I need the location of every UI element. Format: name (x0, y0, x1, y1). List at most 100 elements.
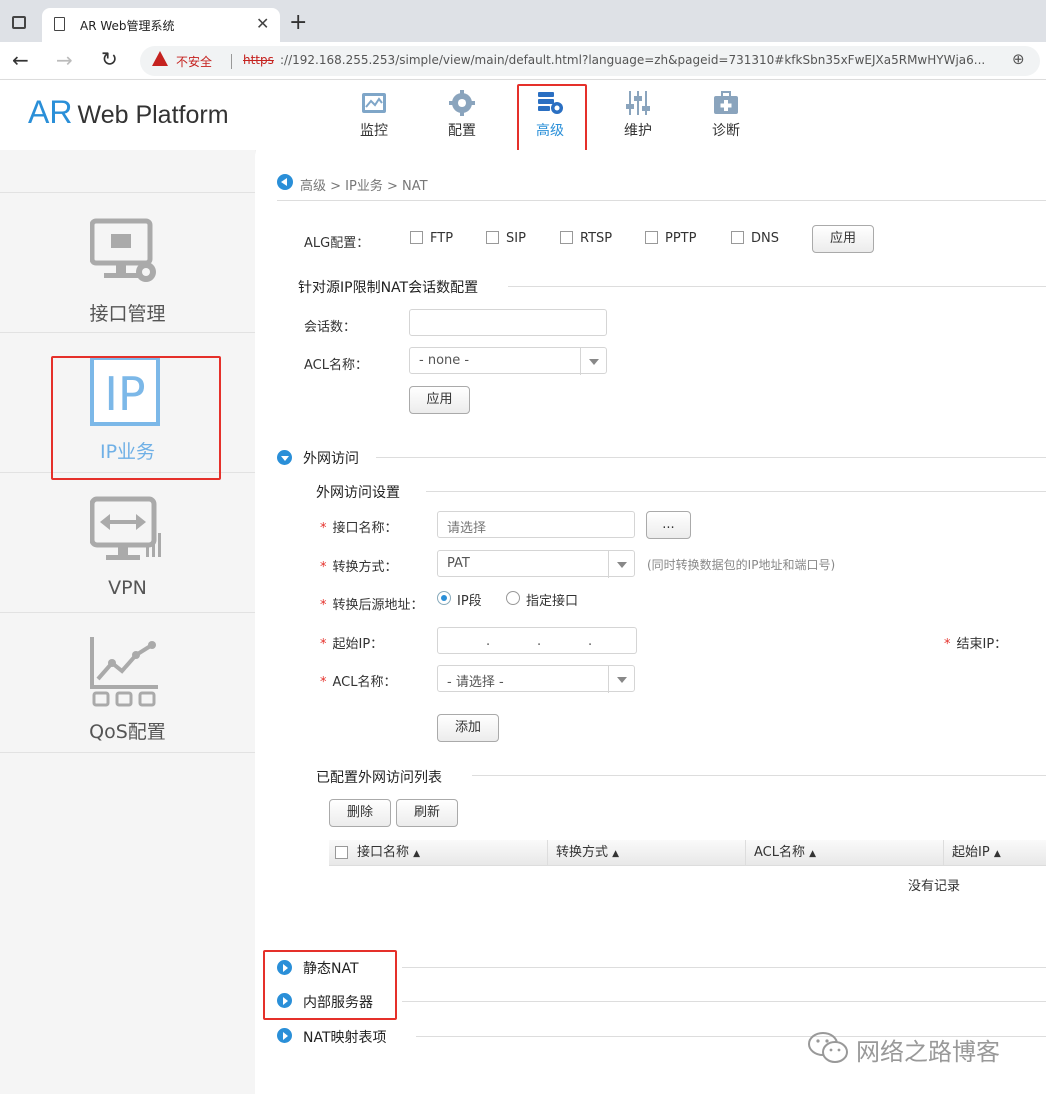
ip-dot: . (588, 634, 593, 649)
interface-icon (90, 218, 156, 282)
sidebar-bottom-divider (0, 752, 255, 753)
empty-message: 没有记录 (908, 879, 961, 894)
address-bar-row: ← → ↻ 不安全 https ://192.168.255.253/simpl… (0, 42, 1046, 80)
sidebar-item-label: VPN (108, 577, 147, 599)
alg-checkbox[interactable] (731, 231, 744, 244)
column-header-mode[interactable]: 转换方式 ▲ (547, 840, 745, 866)
app-header: AR Web Platform 监控 配置 高级 维护 诊断 (0, 80, 1046, 154)
mode-hint: (同时转换数据包的IP地址和端口号) (647, 558, 836, 572)
sessions-input[interactable] (409, 309, 607, 336)
tab-actions-icon[interactable] (12, 16, 26, 29)
alg-checkbox[interactable] (560, 231, 573, 244)
delete-button[interactable]: 删除 (329, 799, 391, 827)
column-label: 转换方式 (556, 845, 609, 860)
column-header-interface[interactable]: 接口名称 ▲ (349, 840, 549, 866)
vpn-icon (90, 496, 161, 560)
refresh-button[interactable]: 刷新 (396, 799, 458, 827)
select-value: PAT (447, 556, 470, 571)
url-text: ://192.168.255.253/simple/view/main/defa… (280, 53, 986, 67)
nav-label: 监控 (360, 123, 388, 139)
src-label: * 转换后源地址： (320, 598, 424, 613)
ip-dot: . (537, 634, 542, 649)
logo-ar: AR (28, 94, 73, 130)
new-tab-icon[interactable]: + (289, 10, 307, 35)
nav-label: 配置 (448, 123, 476, 139)
iface-input[interactable]: 请选择 (437, 511, 635, 538)
sidebar-item-qos[interactable]: QoS配置 (0, 612, 255, 752)
url-bar[interactable]: 不安全 https ://192.168.255.253/simple/view… (140, 46, 1040, 76)
alg-option-label: RTSP (580, 231, 613, 246)
highlight-box (263, 950, 397, 1020)
sliders-icon (626, 91, 650, 115)
sidebar-item-label: 接口管理 (89, 303, 166, 325)
divider (402, 1001, 1046, 1002)
iface-browse-button[interactable]: ... (646, 511, 691, 539)
session-apply-button[interactable]: 应用 (409, 386, 470, 414)
watermark-text: 网络之路博客 (856, 1038, 1000, 1066)
alg-label: ALG配置： (304, 236, 370, 251)
start-ip-label: * 起始IP： (320, 637, 384, 652)
zoom-icon[interactable]: ⊕ (1012, 50, 1025, 68)
divider (277, 200, 1046, 201)
divider (402, 967, 1046, 968)
select-all-checkbox[interactable] (335, 846, 348, 859)
radio-label: IP段 (457, 594, 482, 609)
session-acl-select[interactable]: - none - (409, 347, 607, 375)
url-scheme: https (243, 53, 274, 67)
column-label: ACL名称 (754, 845, 805, 860)
column-header-acl[interactable]: ACL名称 ▲ (745, 840, 943, 866)
chevron-down-icon (580, 348, 606, 375)
mode-label: * 转换方式： (320, 560, 398, 575)
forward-icon[interactable]: → (56, 48, 73, 72)
sidebar: 接口管理 IP IP业务 VPN QoS配置 (0, 150, 255, 1094)
nav-config[interactable]: 配置 (432, 88, 492, 144)
insecure-label: 不安全 (176, 55, 213, 69)
session-limit-title: 针对源IP限制NAT会话数配置 (298, 280, 479, 296)
radio-unchecked[interactable] (506, 591, 520, 605)
qos-chart-icon (90, 637, 158, 707)
nav-monitor[interactable]: 监控 (344, 88, 404, 144)
browser-tab[interactable]: AR Web管理系统 ✕ (42, 8, 280, 42)
column-label: 起始IP (952, 845, 990, 860)
sort-icon: ▲ (612, 849, 620, 859)
close-icon[interactable]: ✕ (256, 14, 269, 33)
radio-label: 指定接口 (526, 594, 579, 609)
logo: AR Web Platform (28, 94, 229, 131)
table-header: 接口名称 ▲ 转换方式 ▲ ACL名称 ▲ 起始IP ▲ (329, 840, 1046, 866)
nav-label: 诊断 (712, 123, 740, 139)
sidebar-item-interface[interactable]: 接口管理 (0, 192, 255, 332)
acl-select[interactable]: - 请选择 - (437, 665, 635, 693)
alg-apply-button[interactable]: 应用 (812, 225, 874, 253)
select-value: - none - (419, 353, 470, 368)
alg-checkbox[interactable] (410, 231, 423, 244)
ip-dot: . (486, 634, 491, 649)
wan-settings-title: 外网访问设置 (316, 485, 400, 501)
chevron-down-icon (608, 666, 634, 693)
alg-checkbox[interactable] (486, 231, 499, 244)
reload-icon[interactable]: ↻ (101, 47, 118, 71)
sort-icon: ▲ (993, 849, 1001, 859)
logo-text: Web Platform (77, 101, 229, 129)
sort-icon: ▲ (413, 849, 421, 859)
alg-checkbox[interactable] (645, 231, 658, 244)
start-ip-input[interactable]: . . . (437, 627, 637, 654)
iface-label: * 接口名称： (320, 521, 398, 536)
breadcrumb: 高级 > IP业务 > NAT (300, 179, 428, 194)
back-icon[interactable]: ← (12, 48, 29, 72)
sessions-label: 会话数： (304, 320, 357, 335)
monitor-icon (362, 93, 386, 113)
column-header-start-ip[interactable]: 起始IP ▲ (943, 840, 1046, 866)
wan-section-title[interactable]: 外网访问 (303, 448, 359, 468)
nav-diagnose[interactable]: 诊断 (696, 88, 756, 144)
divider (426, 491, 1046, 492)
mode-select[interactable]: PAT (437, 550, 635, 578)
add-button[interactable]: 添加 (437, 714, 499, 742)
column-label: 接口名称 (357, 845, 410, 860)
highlight-box (517, 84, 587, 154)
separator (231, 54, 232, 69)
nav-maintenance[interactable]: 维护 (608, 88, 668, 144)
nat-mapping-title[interactable]: NAT映射表项 (303, 1027, 387, 1047)
sidebar-item-vpn[interactable]: VPN (0, 472, 255, 612)
alg-option-label: PPTP (665, 231, 697, 246)
toggle-arrow (283, 1032, 288, 1040)
